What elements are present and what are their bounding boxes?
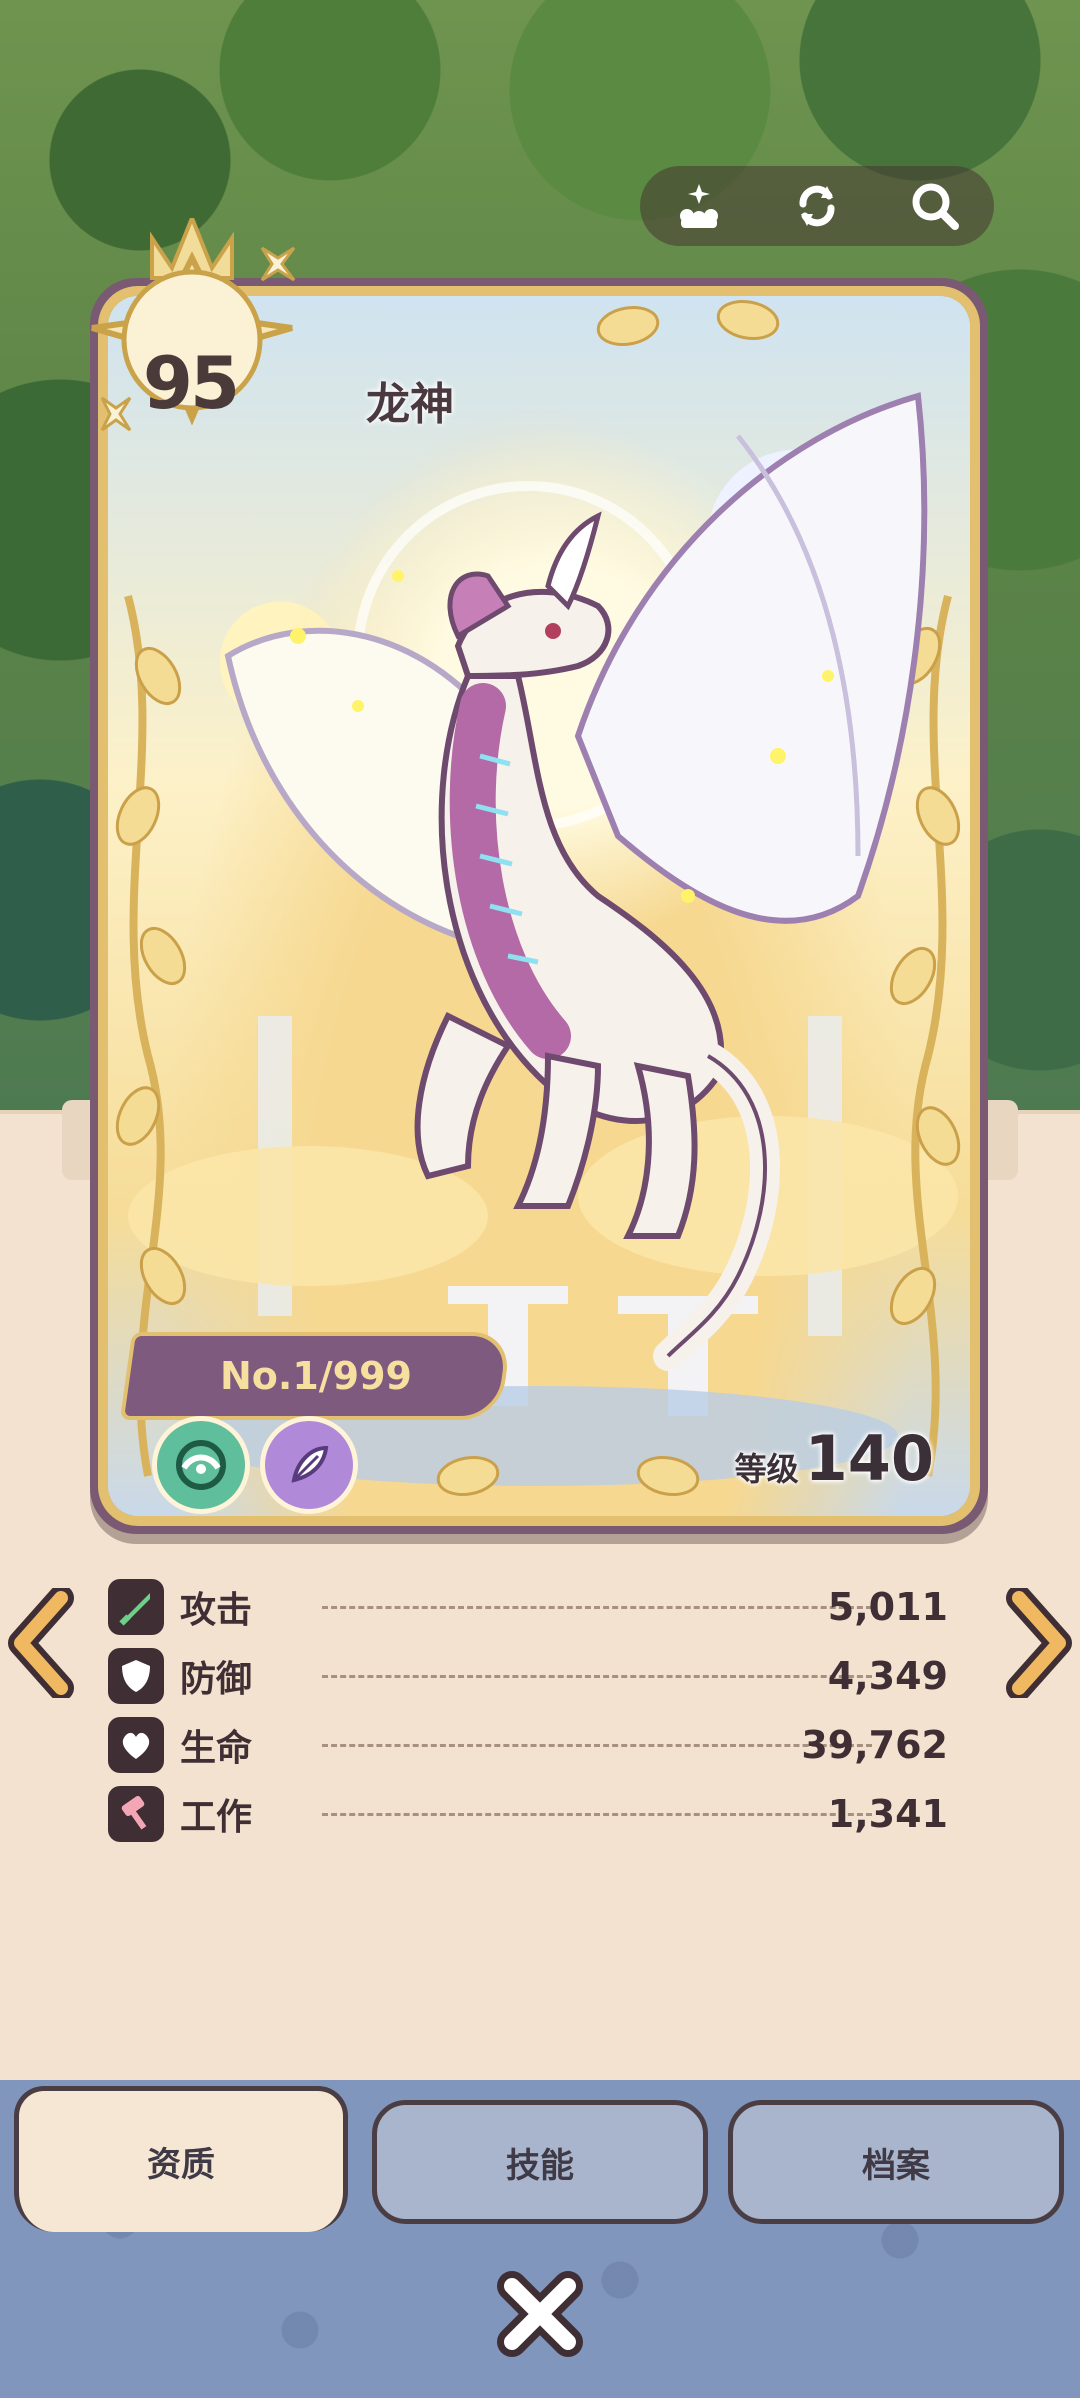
stat-value: 5,011 bbox=[827, 1584, 948, 1629]
dragon-illustration bbox=[224, 392, 928, 1371]
tab-skills[interactable]: 技能 bbox=[372, 2100, 708, 2224]
stat-row-work: 工作 1,341 bbox=[108, 1779, 948, 1848]
search-button[interactable] bbox=[895, 166, 975, 246]
shield-icon bbox=[108, 1647, 164, 1704]
level-number: 95 bbox=[142, 341, 240, 425]
creature-name: 龙神 bbox=[366, 379, 454, 430]
wind-element-icon[interactable] bbox=[152, 1416, 250, 1514]
grade-label: 等级 bbox=[734, 1450, 799, 1488]
refresh-icon bbox=[799, 185, 835, 227]
stat-row-attack: 攻击 5,011 bbox=[108, 1572, 948, 1641]
sparkle-stack-button[interactable] bbox=[659, 166, 739, 246]
top-toolbar bbox=[640, 166, 994, 246]
stat-label: 生命 bbox=[180, 1727, 253, 1769]
stat-value: 39,762 bbox=[801, 1722, 948, 1767]
sword-icon bbox=[108, 1578, 164, 1635]
tab-aptitude[interactable]: 资质 bbox=[14, 2086, 348, 2232]
grade-value: 140 bbox=[804, 1422, 934, 1495]
creature-card: 龙神 No.1/999 等级 140 95 bbox=[90, 218, 988, 1534]
stat-value: 4,349 bbox=[827, 1653, 948, 1698]
heart-icon bbox=[108, 1716, 164, 1773]
serial-number-plate: No.1/999 bbox=[119, 1332, 513, 1420]
previous-arrow-button[interactable] bbox=[6, 1588, 76, 1698]
sparkle-stack-icon bbox=[680, 184, 718, 228]
stats-list: 攻击 5,011 防御 4,349 生命 39,762 工作 1,341 bbox=[108, 1572, 948, 1848]
stat-label: 防御 bbox=[180, 1658, 253, 1700]
hammer-icon bbox=[108, 1785, 164, 1842]
close-icon bbox=[497, 2271, 583, 2357]
refresh-button[interactable] bbox=[777, 166, 857, 246]
stat-label: 攻击 bbox=[180, 1589, 253, 1631]
stat-value: 1,341 bbox=[827, 1791, 948, 1836]
stat-row-health: 生命 39,762 bbox=[108, 1710, 948, 1779]
stat-label: 工作 bbox=[180, 1796, 253, 1838]
close-button[interactable] bbox=[490, 2264, 590, 2364]
next-arrow-button[interactable] bbox=[1004, 1588, 1074, 1698]
creature-grade: 等级 140 bbox=[735, 1422, 934, 1495]
serial-number: No.1/999 bbox=[220, 1354, 412, 1398]
tab-archive[interactable]: 档案 bbox=[728, 2100, 1064, 2224]
stat-row-defense: 防御 4,349 bbox=[108, 1641, 948, 1710]
feather-element-icon[interactable] bbox=[260, 1416, 358, 1514]
search-icon bbox=[912, 183, 959, 230]
